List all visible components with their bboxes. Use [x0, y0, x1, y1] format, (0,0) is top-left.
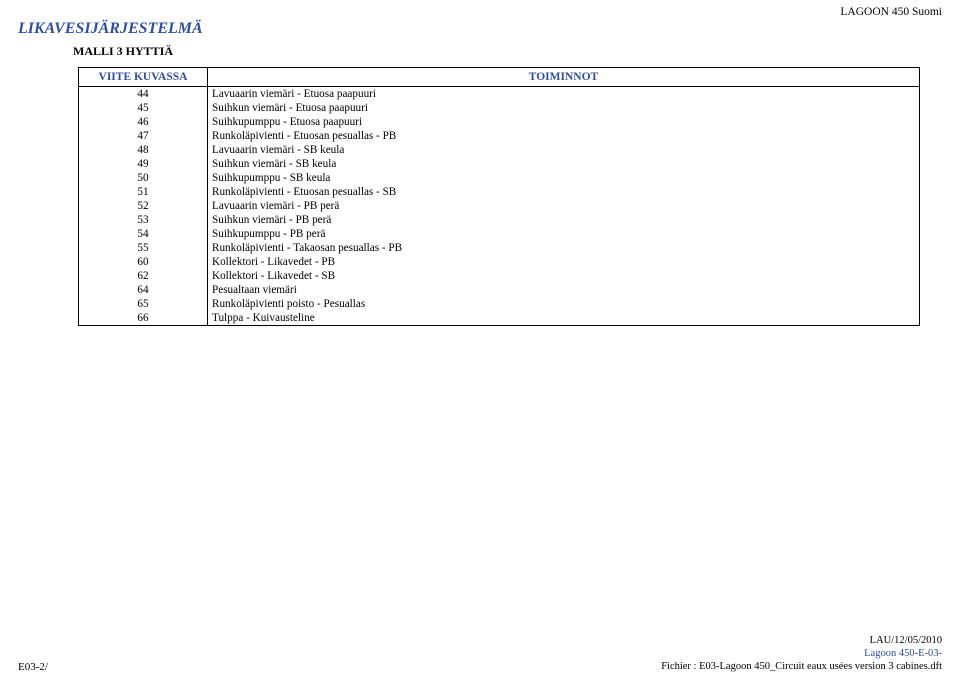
table-row: 45Suihkun viemäri - Etuosa paapuuri — [79, 101, 920, 115]
table-row: 60Kollektori - Likavedet - PB — [79, 255, 920, 269]
footer-right-line2: Lagoon 450-E-03- — [661, 647, 942, 660]
cell-ref: 51 — [79, 185, 208, 199]
footer-right-line1: LAU/12/05/2010 — [661, 634, 942, 647]
table-row: 47Runkoläpivienti - Etuosan pesuallas - … — [79, 129, 920, 143]
cell-ref: 60 — [79, 255, 208, 269]
table-row: 52Lavuaarin viemäri - PB perä — [79, 199, 920, 213]
cell-ref: 53 — [79, 213, 208, 227]
cell-ref: 64 — [79, 283, 208, 297]
cell-ref: 55 — [79, 241, 208, 255]
cell-func: Runkoläpivienti - Etuosan pesuallas - SB — [208, 185, 920, 199]
cell-func: Runkoläpivienti - Etuosan pesuallas - PB — [208, 129, 920, 143]
cell-func: Lavuaarin viemäri - SB keula — [208, 143, 920, 157]
parts-table-wrap: VIITE KUVASSA TOIMINNOT 44Lavuaarin viem… — [78, 67, 942, 326]
cell-func: Suihkupumppu - PB perä — [208, 227, 920, 241]
table-row: 53Suihkun viemäri - PB perä — [79, 213, 920, 227]
cell-ref: 48 — [79, 143, 208, 157]
cell-ref: 44 — [79, 87, 208, 102]
footer-right: LAU/12/05/2010 Lagoon 450-E-03- Fichier … — [661, 634, 942, 673]
footer-right-line3: Fichier : E03-Lagoon 450_Circuit eaux us… — [661, 660, 942, 673]
cell-ref: 65 — [79, 297, 208, 311]
table-row: 46Suihkupumppu - Etuosa paapuuri — [79, 115, 920, 129]
cell-func: Suihkupumppu - Etuosa paapuuri — [208, 115, 920, 129]
cell-func: Pesualtaan viemäri — [208, 283, 920, 297]
cell-func: Tulppa - Kuivausteline — [208, 311, 920, 326]
table-row: 65Runkoläpivienti poisto - Pesuallas — [79, 297, 920, 311]
table-header-row: VIITE KUVASSA TOIMINNOT — [79, 68, 920, 87]
parts-table: VIITE KUVASSA TOIMINNOT 44Lavuaarin viem… — [78, 67, 920, 326]
cell-func: Lavuaarin viemäri - Etuosa paapuuri — [208, 87, 920, 102]
table-row: 49Suihkun viemäri - SB keula — [79, 157, 920, 171]
cell-func: Suihkun viemäri - Etuosa paapuuri — [208, 101, 920, 115]
table-row: 48Lavuaarin viemäri - SB keula — [79, 143, 920, 157]
cell-ref: 49 — [79, 157, 208, 171]
footer-left: E03-2/ — [18, 661, 48, 673]
col-header-func: TOIMINNOT — [208, 68, 920, 87]
cell-ref: 66 — [79, 311, 208, 326]
cell-func: Suihkun viemäri - PB perä — [208, 213, 920, 227]
cell-func: Runkoläpivienti - Takaosan pesuallas - P… — [208, 241, 920, 255]
cell-ref: 50 — [79, 171, 208, 185]
table-row: 51Runkoläpivienti - Etuosan pesuallas - … — [79, 185, 920, 199]
cell-func: Lavuaarin viemäri - PB perä — [208, 199, 920, 213]
cell-ref: 46 — [79, 115, 208, 129]
table-row: 66Tulppa - Kuivausteline — [79, 311, 920, 326]
cell-func: Kollektori - Likavedet - SB — [208, 269, 920, 283]
table-row: 50Suihkupumppu - SB keula — [79, 171, 920, 185]
table-row: 62Kollektori - Likavedet - SB — [79, 269, 920, 283]
table-row: 55Runkoläpivienti - Takaosan pesuallas -… — [79, 241, 920, 255]
cell-func: Kollektori - Likavedet - PB — [208, 255, 920, 269]
header-top-right: LAGOON 450 Suomi — [840, 6, 942, 18]
cell-func: Runkoläpivienti poisto - Pesuallas — [208, 297, 920, 311]
cell-ref: 62 — [79, 269, 208, 283]
table-row: 54Suihkupumppu - PB perä — [79, 227, 920, 241]
cell-ref: 47 — [79, 129, 208, 143]
document-title: LIKAVESIJÄRJESTELMÄ — [18, 20, 942, 38]
table-row: 44Lavuaarin viemäri - Etuosa paapuuri — [79, 87, 920, 102]
table-row: 64Pesualtaan viemäri — [79, 283, 920, 297]
col-header-ref: VIITE KUVASSA — [79, 68, 208, 87]
cell-ref: 45 — [79, 101, 208, 115]
document-subtitle: MALLI 3 HYTTIÄ — [73, 44, 942, 59]
cell-ref: 52 — [79, 199, 208, 213]
cell-func: Suihkun viemäri - SB keula — [208, 157, 920, 171]
cell-ref: 54 — [79, 227, 208, 241]
cell-func: Suihkupumppu - SB keula — [208, 171, 920, 185]
